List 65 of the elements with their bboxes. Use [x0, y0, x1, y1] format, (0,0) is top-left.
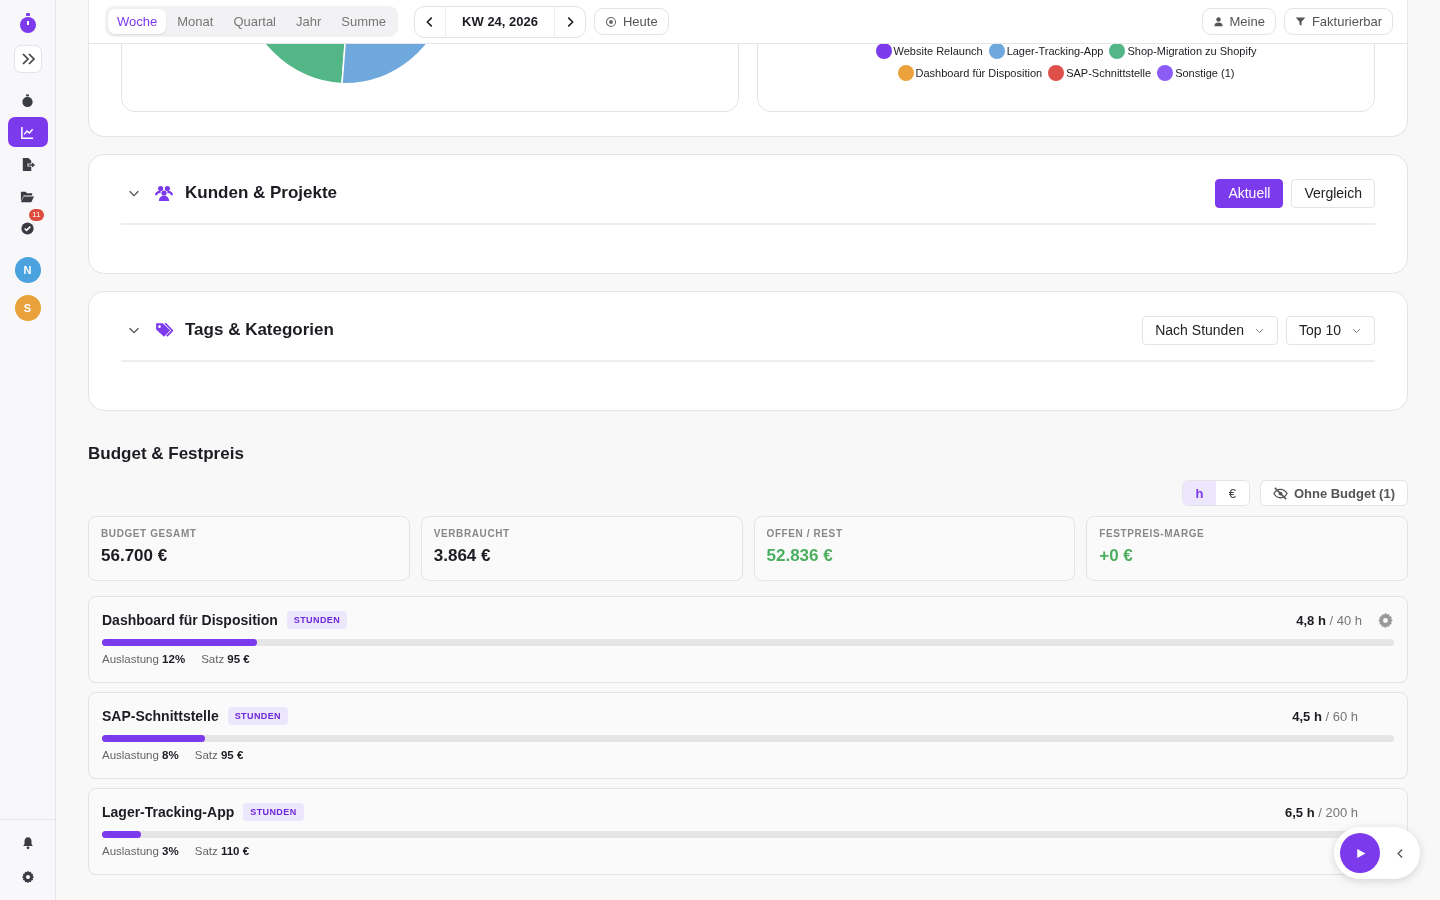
stat-value: 3.864 € — [433, 546, 492, 566]
count-badge: 11 — [29, 209, 44, 221]
period-tab[interactable]: Quartal — [224, 9, 285, 34]
legend-label: Lager-Tracking-App — [1006, 45, 1104, 57]
hours-used: 4,5 h / 60 h — [1292, 708, 1358, 724]
stat-label: VERBRAUCHT — [433, 528, 511, 539]
hours-used: 4,8 h / 40 h — [1296, 612, 1362, 628]
file-export-icon — [20, 156, 35, 172]
period-tab[interactable]: Jahr — [287, 9, 331, 34]
section-title: Tags & Kategorien — [185, 320, 334, 340]
stat-label: BUDGET GESAMT — [101, 528, 198, 539]
unit-option[interactable]: h — [1182, 481, 1216, 505]
filter-icon — [1294, 16, 1306, 27]
legend-label: Sonstige (1) — [1175, 67, 1235, 79]
period-tab[interactable]: Summe — [332, 9, 396, 34]
stat-value: 52.836 € — [766, 546, 834, 566]
period-tab[interactable]: Woche — [108, 9, 167, 34]
settings-button[interactable] — [20, 870, 35, 884]
double-chevron-icon — [19, 51, 36, 67]
expand-sidebar-button[interactable] — [13, 45, 42, 73]
section-heading: Budget & Festpreis — [88, 444, 245, 464]
rate-text: Satz 95 € — [201, 653, 250, 665]
utilization-text: Auslastung 8% — [102, 749, 179, 761]
project-name: SAP-Schnittstelle — [102, 708, 219, 724]
people-icon — [155, 184, 173, 202]
project-name: Dashboard für Disposition — [102, 612, 278, 628]
stopwatch-icon — [20, 92, 35, 108]
stat-label: OFFEN / REST — [766, 528, 844, 539]
type-tag: STUNDEN — [227, 707, 288, 725]
user-icon — [1212, 16, 1224, 27]
legend-label: Website Relaunch — [893, 45, 983, 57]
project-name: Lager-Tracking-App — [102, 804, 235, 820]
stat-value: +0 € — [1099, 546, 1134, 566]
legend-label: Dashboard für Disposition — [915, 67, 1043, 79]
hide-no-budget-button[interactable]: Ohne Budget (1) — [1259, 480, 1408, 506]
settings-icon — [20, 870, 35, 884]
sidebar-nav-item[interactable] — [7, 117, 48, 147]
play-button[interactable] — [1340, 833, 1380, 873]
type-tag: STUNDEN — [243, 803, 304, 821]
section-title: Kunden & Projekte — [185, 183, 338, 203]
stat-value: 56.700 € — [101, 546, 169, 566]
check-circle-icon — [20, 220, 35, 236]
filter-button[interactable]: Fakturierbar — [1283, 8, 1393, 35]
legend-label: SAP-Schnittstelle — [1066, 67, 1152, 79]
today-button[interactable]: Heute — [594, 8, 669, 35]
settings-icon — [1377, 611, 1394, 629]
hours-used: 6,5 h / 200 h — [1285, 804, 1358, 820]
dropdown[interactable]: Nach Stunden — [1142, 315, 1278, 345]
filter-button[interactable]: Meine — [1201, 8, 1276, 35]
stat-label: FESTPREIS-MARGE — [1099, 528, 1206, 539]
eye-slash-icon — [1272, 485, 1288, 501]
rate-text: Satz 110 € — [194, 845, 250, 857]
week-label: KW 24, 2026 — [445, 6, 555, 37]
utilization-text: Auslastung 12% — [102, 653, 186, 665]
rate-text: Satz 95 € — [194, 749, 244, 761]
tags-icon — [155, 321, 173, 339]
type-tag: STUNDEN — [286, 611, 348, 629]
legend-label: Shop-Migration zu Shopify — [1127, 45, 1257, 57]
line-chart-icon — [20, 124, 35, 140]
view-toggle-button[interactable]: Aktuell — [1215, 178, 1284, 208]
target-icon — [605, 15, 617, 28]
period-tab[interactable]: Monat — [168, 9, 223, 34]
dropdown[interactable]: Top 10 — [1285, 315, 1375, 345]
view-toggle-button[interactable]: Vergleich — [1291, 178, 1375, 208]
utilization-text: Auslastung 3% — [102, 845, 179, 857]
